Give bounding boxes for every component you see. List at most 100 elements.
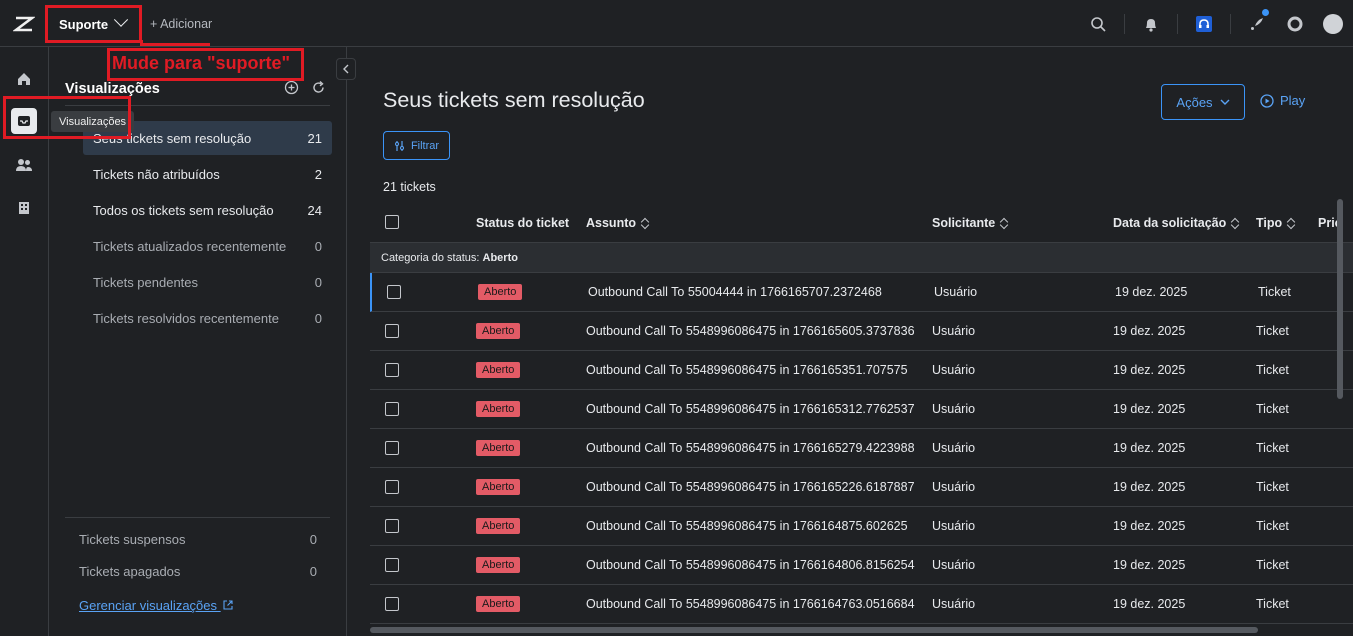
requester-cell[interactable]: Usuário — [932, 480, 975, 494]
column-header-status[interactable]: Status do ticket — [476, 216, 569, 230]
play-button[interactable]: Play — [1260, 93, 1305, 108]
select-all-checkbox[interactable] — [385, 215, 399, 229]
views-icon[interactable] — [11, 108, 37, 134]
main-content: Seus tickets sem resolução Ações Play Fi… — [348, 47, 1353, 636]
requester-cell[interactable]: Usuário — [932, 441, 975, 455]
table-row[interactable]: Aberto Outbound Call To 5548996086475 in … — [370, 351, 1353, 390]
subject-cell[interactable]: Outbound Call To 5548996086475 in 176616… — [586, 402, 915, 416]
view-item[interactable]: Tickets não atribuídos 2 — [83, 157, 332, 191]
view-count: 0 — [309, 564, 317, 579]
date-cell: 19 dez. 2025 — [1113, 597, 1186, 611]
users-icon[interactable] — [11, 152, 37, 178]
column-header-requester[interactable]: Solicitante — [932, 216, 1008, 230]
search-icon[interactable] — [1086, 12, 1110, 36]
type-cell: Ticket — [1256, 324, 1289, 338]
requester-cell[interactable]: Usuário — [932, 597, 975, 611]
subject-cell[interactable]: Outbound Call To 5548996086475 in 176616… — [586, 480, 915, 494]
view-count: 0 — [314, 238, 322, 254]
requester-cell[interactable]: Usuário — [934, 285, 977, 299]
subject-cell[interactable]: Outbound Call To 5548996086475 in 176616… — [586, 597, 915, 611]
headset-icon[interactable] — [1192, 12, 1216, 36]
horizontal-scrollbar[interactable] — [370, 627, 1258, 633]
requester-cell[interactable]: Usuário — [932, 324, 975, 338]
play-label: Play — [1280, 93, 1306, 108]
divider — [65, 105, 330, 106]
view-item[interactable]: Todos os tickets sem resolução 24 — [83, 193, 332, 227]
deleted-tickets-item[interactable]: Tickets apagados 0 — [79, 564, 317, 579]
subject-cell[interactable]: Outbound Call To 55004444 in 1766165707.… — [588, 285, 882, 299]
column-header-type[interactable]: Tipo — [1256, 216, 1295, 230]
row-checkbox[interactable] — [387, 285, 401, 299]
table-row[interactable]: Aberto Outbound Call To 5548996086475 in … — [370, 585, 1353, 624]
type-cell: Ticket — [1258, 285, 1291, 299]
actions-label: Ações — [1176, 94, 1213, 110]
row-checkbox[interactable] — [385, 363, 399, 377]
subject-cell[interactable]: Outbound Call To 5548996086475 in 176616… — [586, 558, 915, 572]
requester-cell[interactable]: Usuário — [932, 402, 975, 416]
column-header-subject[interactable]: Assunto — [586, 216, 649, 230]
product-switcher[interactable]: Suporte — [48, 7, 140, 41]
row-checkbox[interactable] — [385, 519, 399, 533]
avatar — [1323, 14, 1343, 34]
row-checkbox[interactable] — [385, 597, 399, 611]
top-icons — [1072, 9, 1345, 36]
bell-icon[interactable] — [1139, 12, 1163, 36]
requester-cell[interactable]: Usuário — [932, 558, 975, 572]
row-checkbox[interactable] — [385, 441, 399, 455]
add-button[interactable]: + Adicionar — [150, 17, 212, 31]
requester-cell[interactable]: Usuário — [932, 519, 975, 533]
help-icon[interactable] — [1283, 12, 1307, 36]
subject-cell[interactable]: Outbound Call To 5548996086475 in 176616… — [586, 441, 915, 455]
filter-label: Filtrar — [410, 139, 440, 152]
table-row[interactable]: Aberto Outbound Call To 5548996086475 in … — [370, 390, 1353, 429]
row-checkbox[interactable] — [385, 324, 399, 338]
subject-cell[interactable]: Outbound Call To 5548996086475 in 176616… — [586, 363, 908, 377]
actions-button[interactable]: Ações — [1161, 84, 1245, 120]
type-cell: Ticket — [1256, 597, 1289, 611]
date-cell: 19 dez. 2025 — [1113, 324, 1186, 338]
view-label: Tickets suspensos — [79, 532, 186, 547]
subject-cell[interactable]: Outbound Call To 5548996086475 in 176616… — [586, 519, 908, 533]
collapse-panel-button[interactable] — [336, 58, 356, 80]
zendesk-logo-icon[interactable] — [12, 13, 36, 35]
manage-views-label: Gerenciar visualizações — [79, 598, 218, 613]
table-row[interactable]: Aberto Outbound Call To 55004444 in 17661… — [370, 273, 1353, 312]
user-avatar[interactable] — [1321, 12, 1345, 36]
manage-views-link[interactable]: Gerenciar visualizações — [79, 598, 233, 613]
column-label: Assunto — [586, 216, 636, 230]
filter-sliders-icon — [394, 140, 404, 151]
status-badge: Aberto — [476, 440, 521, 456]
play-icon — [1260, 93, 1274, 108]
view-item[interactable]: Tickets atualizados recentemente 0 — [83, 229, 332, 263]
row-checkbox[interactable] — [385, 480, 399, 494]
type-cell: Ticket — [1256, 480, 1289, 494]
home-icon[interactable] — [11, 66, 37, 92]
table-row[interactable]: Aberto Outbound Call To 5548996086475 in … — [370, 468, 1353, 507]
subject-cell[interactable]: Outbound Call To 5548996086475 in 176616… — [586, 324, 915, 338]
table-row[interactable]: Aberto Outbound Call To 5548996086475 in … — [370, 507, 1353, 546]
row-checkbox[interactable] — [385, 402, 399, 416]
row-checkbox[interactable] — [385, 558, 399, 572]
vertical-scrollbar[interactable] — [1337, 199, 1343, 399]
column-header-date[interactable]: Data da solicitação — [1113, 216, 1239, 230]
requester-cell[interactable]: Usuário — [932, 363, 975, 377]
notification-dot — [1262, 9, 1269, 16]
organizations-icon[interactable] — [11, 195, 37, 221]
table-header: Status do ticket Assunto Solicitante Dat… — [370, 203, 1353, 243]
table-body: Aberto Outbound Call To 55004444 in 17661… — [370, 273, 1353, 624]
add-view-icon[interactable] — [284, 80, 299, 98]
rocket-icon[interactable] — [1245, 9, 1269, 36]
filter-button[interactable]: Filtrar — [383, 131, 450, 160]
column-label: Data da solicitação — [1113, 216, 1227, 230]
refresh-icon[interactable] — [311, 80, 326, 98]
table-row[interactable]: Aberto Outbound Call To 5548996086475 in … — [370, 312, 1353, 351]
table-row[interactable]: Aberto Outbound Call To 5548996086475 in … — [370, 546, 1353, 585]
divider — [1230, 14, 1231, 34]
view-count: 0 — [309, 532, 317, 547]
view-count: 21 — [307, 130, 322, 146]
table-row[interactable]: Aberto Outbound Call To 5548996086475 in … — [370, 429, 1353, 468]
type-cell: Ticket — [1256, 363, 1289, 377]
view-item[interactable]: Tickets pendentes 0 — [83, 265, 332, 299]
suspended-tickets-item[interactable]: Tickets suspensos 0 — [79, 532, 317, 547]
view-item[interactable]: Tickets resolvidos recentemente 0 — [83, 301, 332, 335]
